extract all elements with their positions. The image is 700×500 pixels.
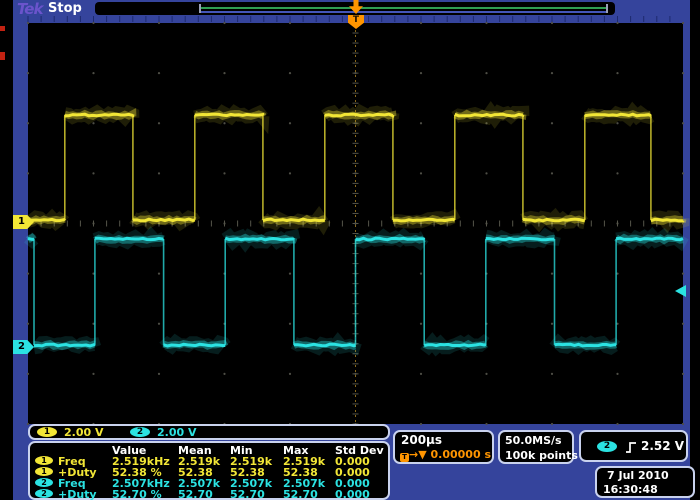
acquisition-status: Stop bbox=[48, 1, 82, 16]
date-readout: 7 Jul 2010 bbox=[607, 469, 669, 482]
timebase-readout: 200µs bbox=[401, 433, 442, 447]
trigger-settings-box[interactable]: 2 2.52 V bbox=[579, 430, 688, 462]
oscilloscope-screen: Tek Stop T 1 2 1 2.00 V 2 2.00 V Value M… bbox=[0, 0, 700, 500]
sample-rate-readout: 50.0MS/s bbox=[505, 434, 562, 447]
trigger-source-badge: 2 bbox=[597, 441, 617, 452]
ch1-volts-per-div[interactable]: 2.00 V bbox=[64, 426, 103, 439]
channel-badge: 2 bbox=[35, 478, 53, 487]
measurement-cell: 0.000 bbox=[335, 488, 370, 500]
tek-logo: Tek bbox=[17, 0, 42, 18]
bezel-led-2 bbox=[0, 52, 5, 60]
record-length-readout: 100k points bbox=[505, 449, 578, 462]
measurement-row: 2Freq2.507kHz2.507k2.507k2.507k0.000 bbox=[30, 477, 388, 488]
waveform-display-area bbox=[28, 23, 683, 424]
time-readout: 16:30:48 bbox=[603, 483, 658, 496]
measurement-cell: 52.70 bbox=[178, 488, 213, 500]
datetime-box: 7 Jul 2010 16:30:48 bbox=[595, 466, 695, 498]
measurement-cell: +Duty bbox=[58, 488, 97, 500]
measurement-cell: 52.70 % bbox=[112, 488, 162, 500]
channel-badge: 1 bbox=[35, 456, 53, 465]
record-view-baseline bbox=[200, 11, 608, 13]
ch1-badge[interactable]: 1 bbox=[37, 427, 57, 437]
ch2-volts-per-div[interactable]: 2.00 V bbox=[157, 426, 196, 439]
trigger-delay-icon: T bbox=[400, 453, 409, 462]
record-view-right-bracket bbox=[606, 4, 608, 13]
ch2-badge[interactable]: 2 bbox=[130, 427, 150, 437]
acquisition-settings-box[interactable]: 50.0MS/s 100k points bbox=[498, 430, 574, 464]
measurement-cell: 52.70 bbox=[283, 488, 318, 500]
measurement-cell: 52.70 bbox=[230, 488, 265, 500]
bezel-led-1 bbox=[0, 26, 5, 31]
measurement-row: 1Freq2.519kHz2.519k2.519k2.519k0.000 bbox=[30, 455, 388, 466]
channel-badge: 2 bbox=[35, 489, 53, 498]
record-view-waveform bbox=[200, 7, 608, 9]
channel-scale-bar: 1 2.00 V 2 2.00 V bbox=[28, 424, 390, 440]
trigger-level-readout: 2.52 V bbox=[641, 439, 684, 453]
measurement-header-row: Value Mean Min Max Std Dev bbox=[30, 444, 388, 455]
measurement-table: Value Mean Min Max Std Dev 1Freq2.519kHz… bbox=[28, 441, 390, 500]
measurement-row: 2 +Duty 52.70 % 52.70 52.70 52.70 0.000 bbox=[30, 488, 388, 499]
measurement-row: 1+Duty52.38 %52.3852.3852.380.000 bbox=[30, 466, 388, 477]
rising-edge-icon bbox=[625, 440, 637, 455]
horizontal-settings-box[interactable]: 200µs T→▼ 0.00000 s bbox=[393, 430, 494, 464]
channel-badge: 1 bbox=[35, 467, 53, 476]
record-view-left-bracket bbox=[199, 4, 201, 13]
trigger-delay-readout: T→▼ 0.00000 s bbox=[400, 448, 491, 462]
